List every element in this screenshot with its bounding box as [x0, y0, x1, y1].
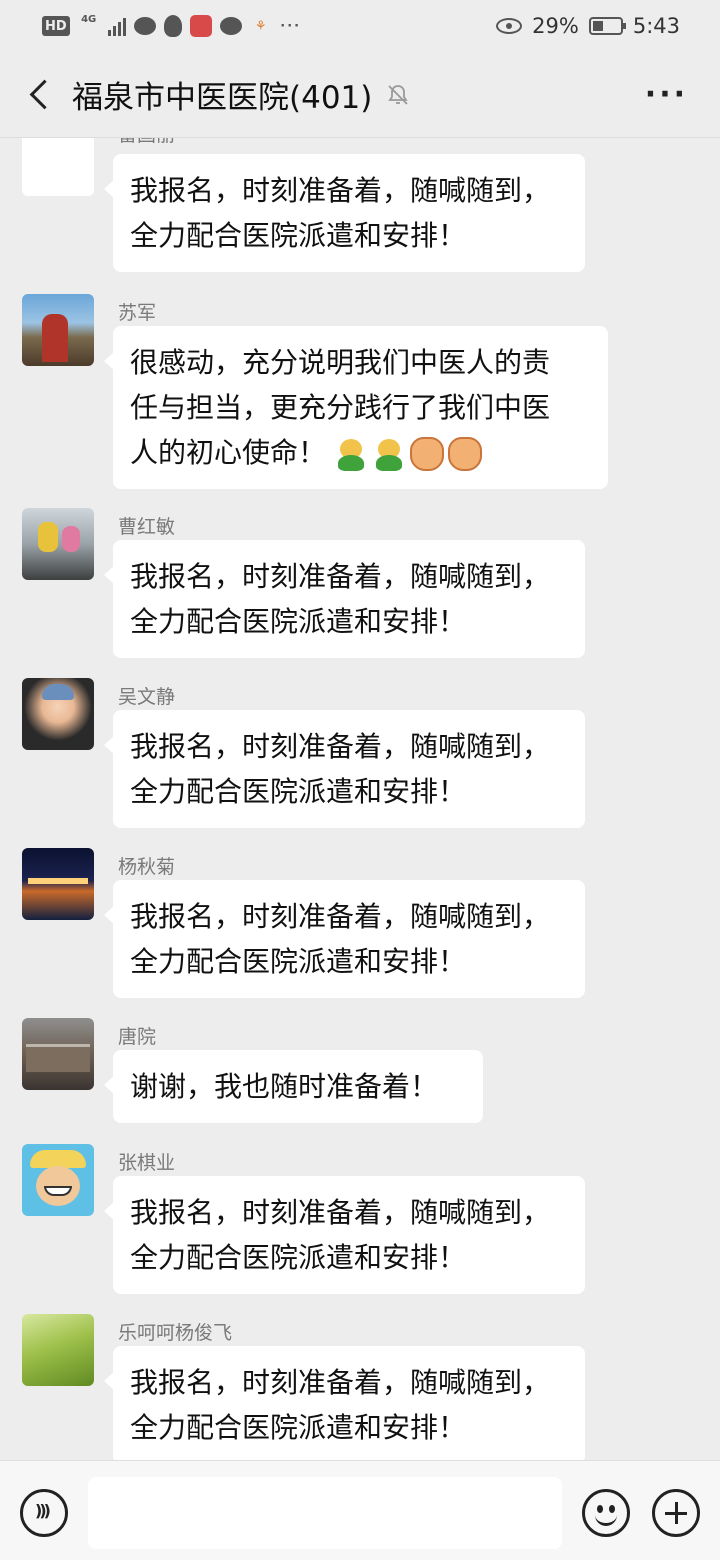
message-list[interactable]: 雷国丽 我报名，时刻准备着，随喊随到， 全力配合医院派遣和安排！ 苏军 很感动，… [0, 138, 720, 1460]
sprout-emoji-icon [334, 437, 368, 471]
app-notification-icon [189, 15, 212, 37]
back-button[interactable] [20, 75, 60, 115]
message-line: 全力配合医院派遣和安排！ [130, 605, 467, 638]
message-line: 我报名，时刻准备着，随喊随到， [130, 1366, 551, 1399]
status-right: 29% 5:43 [496, 14, 680, 38]
message-line: 全力配合医院派遣和安排！ [130, 219, 467, 252]
sender-name: 吴文静 [118, 686, 176, 708]
emoji-row [334, 437, 483, 471]
message-line: 谢谢，我也随时准备着！ [130, 1070, 439, 1103]
emoji-icon[interactable] [582, 1489, 630, 1537]
sender-name: 张棋业 [118, 1152, 176, 1174]
clock: 5:43 [632, 14, 680, 38]
message-bubble[interactable]: 我报名，时刻准备着，随喊随到， 全力配合医院派遣和安排！ [104, 540, 585, 658]
app-icon: ⚘ [254, 18, 267, 34]
fist-emoji-icon [448, 437, 483, 471]
message-icon [219, 17, 242, 35]
sender-name: 唐院 [118, 1026, 157, 1048]
chat-header: 福泉市中医医院(401) ··· [0, 52, 720, 138]
avatar[interactable] [22, 138, 94, 196]
message-bubble[interactable]: 谢谢，我也随时准备着！ [104, 1050, 483, 1123]
avatar[interactable] [22, 1018, 94, 1090]
network-type-icon: 4G [81, 14, 97, 25]
message-line-text: 人的初心使命！ [130, 436, 327, 469]
message-bubble[interactable]: 我报名，时刻准备着，随喊随到， 全力配合医院派遣和安排！ [104, 1346, 585, 1460]
avatar[interactable] [22, 1314, 94, 1386]
battery-percent: 29% [532, 14, 579, 38]
message-bubble[interactable]: 我报名，时刻准备着，随喊随到， 全力配合医院派遣和安排！ [104, 1176, 585, 1294]
sender-name: 乐呵呵杨俊飞 [118, 1322, 233, 1344]
message-line: 我报名，时刻准备着，随喊随到， [130, 730, 551, 763]
message-bubble[interactable]: 我报名，时刻准备着，随喊随到， 全力配合医院派遣和安排！ [104, 710, 585, 828]
avatar[interactable] [22, 294, 94, 366]
message-bubble[interactable]: 我报名，时刻准备着，随喊随到， 全力配合医院派遣和安排！ [104, 154, 585, 272]
input-bar [0, 1460, 720, 1560]
qq-icon [163, 15, 182, 37]
sender-name: 苏军 [118, 302, 157, 324]
more-options-button[interactable]: ··· [645, 79, 688, 109]
message-line: 我报名，时刻准备着，随喊随到， [130, 900, 551, 933]
plus-icon[interactable] [652, 1489, 700, 1537]
fist-emoji-icon [410, 437, 445, 471]
message-line: 我报名，时刻准备着，随喊随到， [130, 560, 551, 593]
hd-icon: HD [42, 16, 70, 36]
avatar[interactable] [22, 1144, 94, 1216]
message-line: 全力配合医院派遣和安排！ [130, 775, 467, 808]
message-bubble[interactable]: 我报名，时刻准备着，随喊随到， 全力配合医院派遣和安排！ [104, 880, 585, 998]
status-bar: HD 4G ⚘ ··· 29% 5:43 [0, 0, 720, 52]
signal-icon [107, 16, 126, 36]
message-bubble[interactable]: 很感动，充分说明我们中医人的责 任与担当，更充分践行了我们中医 人的初心使命！ [104, 326, 608, 489]
message-line: 全力配合医院派遣和安排！ [130, 945, 467, 978]
eye-comfort-icon [496, 18, 523, 34]
avatar[interactable] [22, 848, 94, 920]
sender-name: 雷国丽 [118, 138, 175, 147]
mute-bell-icon [386, 83, 410, 107]
status-left: HD 4G ⚘ ··· [42, 15, 302, 37]
avatar[interactable] [22, 678, 94, 750]
voice-icon[interactable] [20, 1489, 68, 1537]
battery-icon [588, 17, 626, 35]
message-line: 我报名，时刻准备着，随喊随到， [130, 174, 551, 207]
avatar[interactable] [22, 508, 94, 580]
sprout-emoji-icon [372, 437, 406, 471]
message-line: 全力配合医院派遣和安排！ [130, 1241, 467, 1274]
chat-title: 福泉市中医医院(401) [72, 80, 373, 116]
more-notifications-icon: ··· [280, 18, 302, 34]
message-line: 很感动，充分说明我们中医人的责 [130, 346, 551, 379]
message-line: 任与担当，更充分践行了我们中医 [130, 391, 551, 424]
message-input[interactable] [88, 1477, 562, 1549]
sender-name: 曹红敏 [118, 516, 176, 538]
message-line: 人的初心使命！ [130, 430, 591, 475]
wechat-icon [133, 17, 156, 35]
sender-name: 杨秋菊 [118, 856, 176, 878]
message-line: 全力配合医院派遣和安排！ [130, 1411, 467, 1444]
message-line: 我报名，时刻准备着，随喊随到， [130, 1196, 551, 1229]
